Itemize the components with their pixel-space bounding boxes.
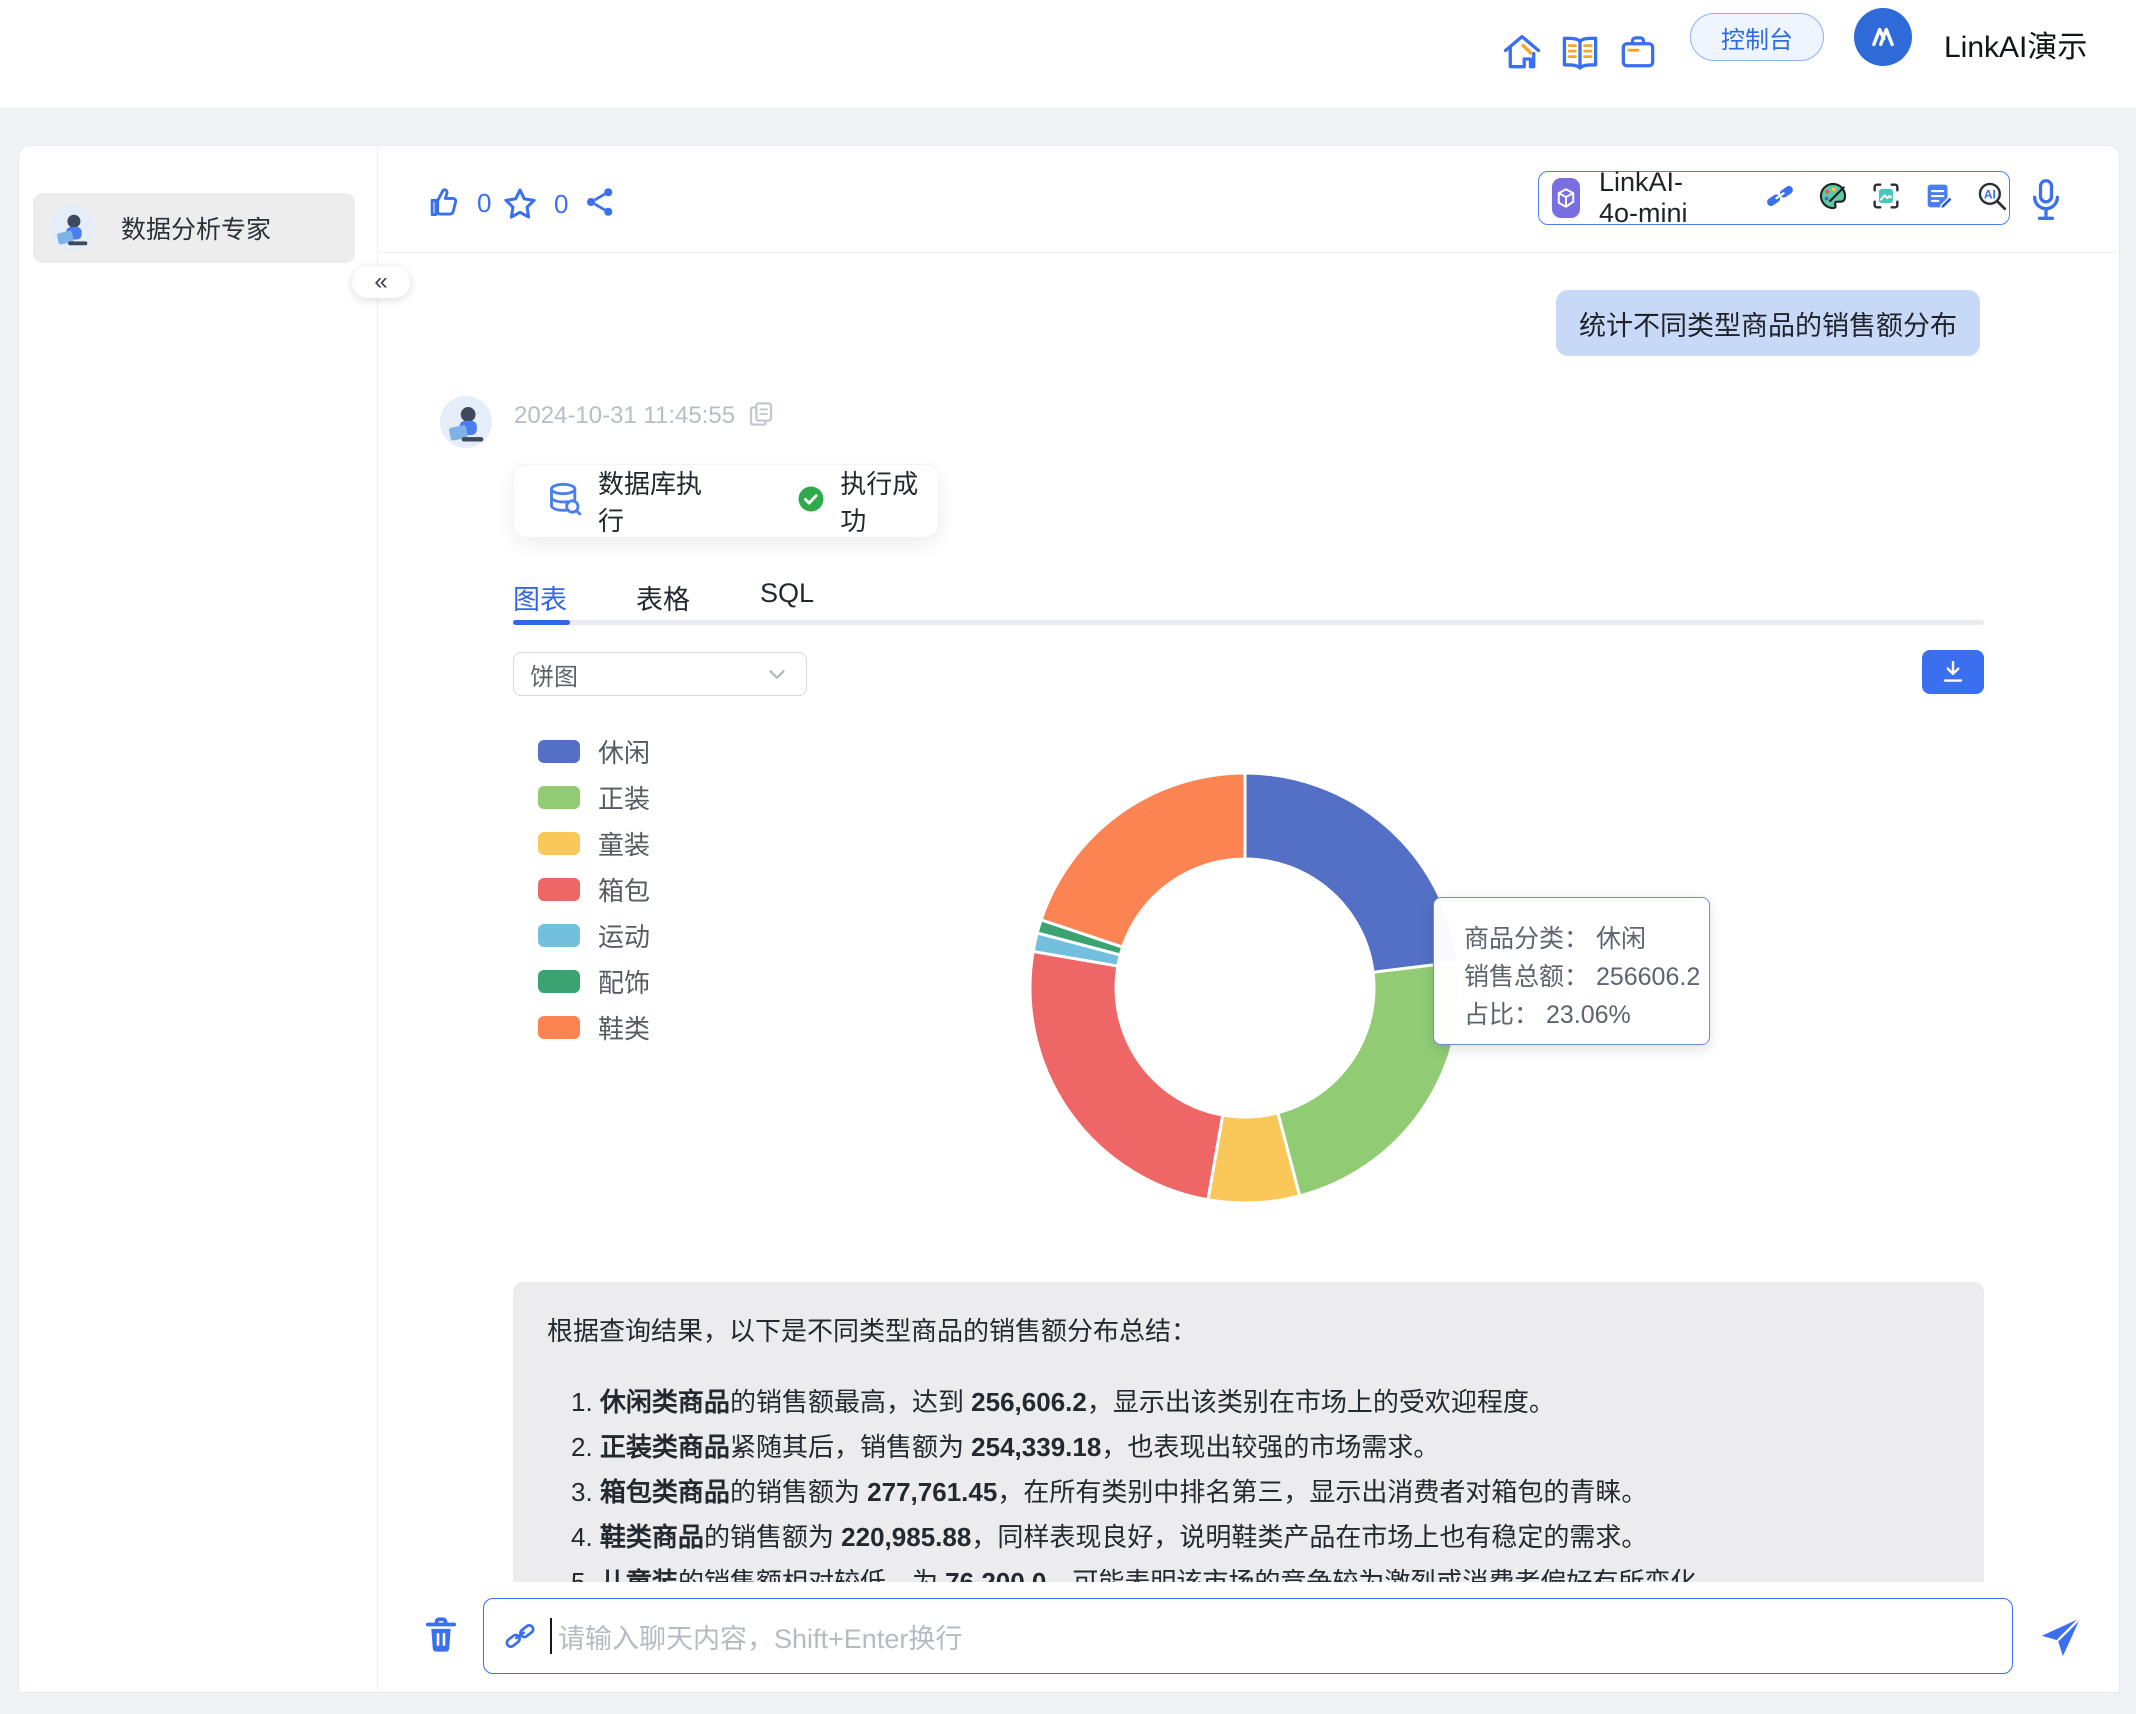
legend-label: 正装	[598, 779, 650, 816]
like-button[interactable]: 0	[425, 184, 491, 222]
sidebar-item-agent[interactable]: 数据分析专家	[33, 193, 355, 263]
list-item: 2. 正装类商品紧随其后，销售额为 254,339.18，也表现出较强的市场需求…	[547, 1425, 1950, 1470]
legend-swatch	[538, 878, 580, 901]
workspace-icon[interactable]	[1616, 30, 1660, 74]
legend-label: 运动	[598, 917, 650, 954]
copy-icon[interactable]	[745, 398, 777, 435]
share-button[interactable]	[582, 184, 618, 220]
tooltip-category: 商品分类： 休闲	[1464, 920, 1709, 958]
chart-tooltip: 商品分类： 休闲 销售总额： 256606.2 占比： 23.06%	[1433, 897, 1710, 1045]
legend-swatch	[538, 924, 580, 947]
legend-item[interactable]: 鞋类	[538, 1009, 650, 1046]
legend-swatch	[538, 832, 580, 855]
tab-track	[513, 620, 1984, 625]
list-item: 1. 休闲类商品的销售额最高，达到 256,606.2，显示出该类别在市场上的受…	[547, 1380, 1950, 1425]
tab-table[interactable]: 表格	[636, 578, 690, 617]
model-selector[interactable]: LinkAI-4o-mini	[1538, 171, 2010, 225]
favorite-button[interactable]: 0	[500, 184, 568, 224]
chat-header-divider	[378, 252, 2118, 253]
palette-icon[interactable]	[1816, 179, 1850, 218]
legend-item[interactable]: 休闲	[538, 733, 650, 770]
attachment-link-icon[interactable]	[502, 1618, 538, 1654]
app-window: 控制台 LinkAI演示 数据分析专家 «	[0, 0, 2136, 1714]
brand-name: LinkAI演示	[1944, 22, 2087, 66]
bot-avatar	[440, 396, 492, 448]
tool-card-title: 数据库执行	[598, 464, 720, 538]
donut-pie-chart[interactable]	[1027, 770, 1463, 1206]
home-icon[interactable]	[1500, 30, 1544, 74]
legend-item[interactable]: 配饰	[538, 963, 650, 1000]
paper-plane-icon	[2036, 1612, 2086, 1662]
db-execution-card[interactable]: 数据库执行 执行成功	[513, 464, 939, 538]
pie-slice-鞋类[interactable]	[1041, 773, 1245, 947]
list-item: 5. 儿童装的销售额相对较低，为 76,200.0，可能表明该市场的竞争较为激烈…	[547, 1560, 1950, 1582]
legend-label: 配饰	[598, 963, 650, 1000]
ai-search-icon[interactable]: AI	[1975, 179, 2009, 218]
image-scan-icon[interactable]	[1869, 179, 1903, 218]
list-item: 3. 箱包类商品的销售额为 277,761.45，在所有类别中排名第三，显示出消…	[547, 1470, 1950, 1515]
agent-name: 数据分析专家	[121, 210, 271, 246]
list-item: 4. 鞋类商品的销售额为 220,985.88，同样表现良好，说明鞋类产品在市场…	[547, 1515, 1950, 1560]
console-button[interactable]: 控制台	[1690, 13, 1824, 61]
model-name: LinkAI-4o-mini	[1599, 167, 1718, 229]
tool-card-status: 执行成功	[840, 464, 938, 538]
console-button-label: 控制台	[1721, 20, 1793, 55]
summary-intro: 根据查询结果，以下是不同类型商品的销售额分布总结：	[547, 1312, 1950, 1350]
user-message-text: 统计不同类型商品的销售额分布	[1579, 304, 1957, 343]
favorite-count: 0	[554, 189, 568, 220]
like-count: 0	[477, 188, 491, 219]
legend-swatch	[538, 970, 580, 993]
chevron-down-icon	[764, 661, 790, 687]
sidebar-collapse-button[interactable]: «	[352, 266, 410, 298]
agent-avatar	[49, 205, 95, 251]
chat-input[interactable]: 请输入聊天内容，Shift+Enter换行	[483, 1598, 2013, 1674]
pie-slice-休闲[interactable]	[1245, 773, 1458, 972]
clear-chat-trash-icon[interactable]	[420, 1612, 462, 1663]
library-icon[interactable]	[1558, 30, 1602, 74]
text-caret	[550, 1618, 552, 1654]
message-timestamp: 2024-10-31 11:45:55	[514, 402, 735, 430]
note-edit-icon[interactable]	[1922, 179, 1956, 218]
legend-item[interactable]: 运动	[538, 917, 650, 954]
tab-active-indicator	[513, 620, 570, 625]
chart-type-value: 饼图	[530, 657, 578, 692]
legend-label: 休闲	[598, 733, 650, 770]
legend-label: 箱包	[598, 871, 650, 908]
download-icon	[1938, 657, 1968, 687]
linkai-logo[interactable]	[1854, 8, 1912, 66]
success-check-icon	[796, 484, 826, 519]
star-icon	[500, 184, 540, 224]
microphone-icon[interactable]	[2024, 176, 2068, 229]
legend-label: 鞋类	[598, 1009, 650, 1046]
legend-item[interactable]: 正装	[538, 779, 650, 816]
summary-list: 1. 休闲类商品的销售额最高，达到 256,606.2，显示出该类别在市场上的受…	[547, 1380, 1950, 1582]
sidebar-divider	[377, 145, 378, 1691]
tooltip-value: 销售总额： 256606.2	[1464, 958, 1709, 996]
svg-text:AI: AI	[1984, 187, 1996, 201]
legend-swatch	[538, 786, 580, 809]
thumbs-up-icon	[425, 184, 463, 222]
user-message-bubble: 统计不同类型商品的销售额分布	[1556, 290, 1980, 356]
bot-summary-message: 根据查询结果，以下是不同类型商品的销售额分布总结： 1. 休闲类商品的销售额最高…	[513, 1282, 1984, 1582]
model-cube-icon	[1552, 178, 1580, 218]
legend-item[interactable]: 箱包	[538, 871, 650, 908]
pie-slice-箱包[interactable]	[1030, 951, 1223, 1199]
share-icon	[582, 184, 618, 220]
send-button[interactable]	[2036, 1612, 2086, 1667]
chart-type-select[interactable]: 饼图	[513, 652, 807, 696]
legend-item[interactable]: 童装	[538, 825, 650, 862]
legend-swatch	[538, 1016, 580, 1039]
tab-sql[interactable]: SQL	[760, 578, 814, 609]
legend-label: 童装	[598, 825, 650, 862]
download-chart-button[interactable]	[1922, 650, 1984, 694]
collapse-chevrons: «	[374, 268, 387, 296]
database-icon	[544, 479, 584, 524]
top-bar: 控制台 LinkAI演示	[0, 0, 2136, 109]
chat-input-placeholder: 请输入聊天内容，Shift+Enter换行	[558, 1617, 962, 1656]
link-icon[interactable]	[1763, 179, 1797, 218]
legend-swatch	[538, 740, 580, 763]
tab-chart[interactable]: 图表	[513, 578, 567, 617]
tooltip-percent: 占比： 23.06%	[1464, 996, 1709, 1034]
